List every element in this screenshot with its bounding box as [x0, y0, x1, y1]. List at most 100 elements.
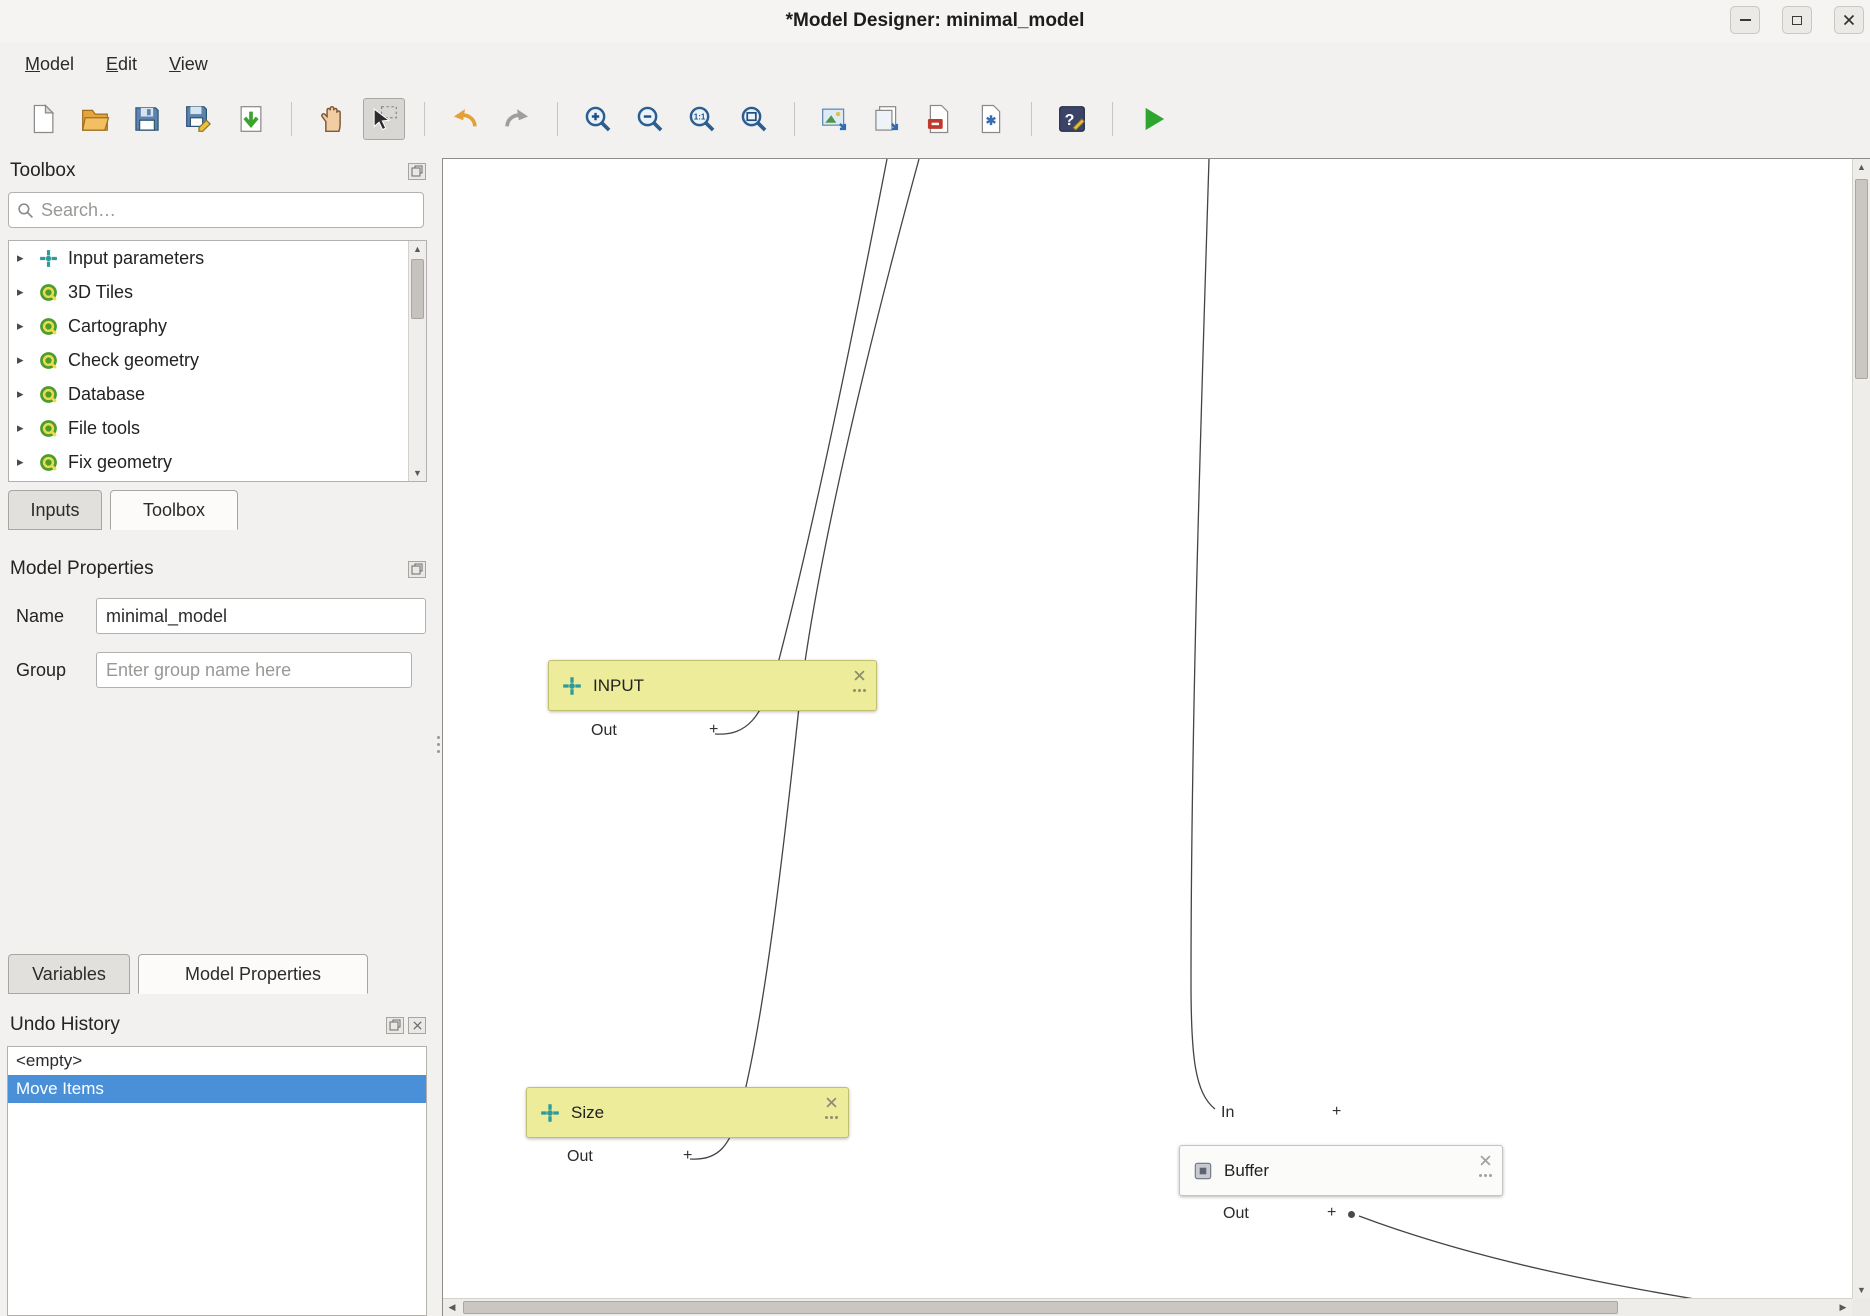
undo-button[interactable]: [444, 98, 486, 140]
canvas-horizontal-scrollbar[interactable]: ◀ ▶: [443, 1298, 1852, 1316]
export-as-image-button[interactable]: [814, 98, 856, 140]
node-comment-icon[interactable]: [851, 689, 867, 692]
socket-plus-icon[interactable]: +: [683, 1147, 692, 1165]
toolbar-separator: [291, 102, 292, 136]
toolbox-panel-header: Toolbox: [10, 158, 426, 184]
zoom-full-button[interactable]: [733, 98, 775, 140]
undo-item-move-items[interactable]: Move Items: [8, 1075, 426, 1103]
input-out-port-label: Out: [591, 722, 617, 740]
close-icon: [1843, 14, 1855, 26]
undo-item-empty[interactable]: <empty>: [8, 1047, 426, 1075]
save-model-in-project-button[interactable]: [230, 98, 272, 140]
tree-item-file-tools[interactable]: ▸ File tools: [9, 411, 426, 445]
provider-icon: [38, 350, 59, 371]
toolbox-tree: ▸ Input parameters ▸ 3D Tiles ▸ Cartogra…: [8, 240, 427, 482]
expand-caret-icon[interactable]: ▸: [17, 420, 29, 436]
toolbox-search[interactable]: [8, 192, 424, 228]
float-panel-button[interactable]: [408, 163, 426, 180]
collapse-node-icon[interactable]: [826, 1097, 837, 1108]
node-buffer[interactable]: Buffer: [1179, 1145, 1503, 1196]
panel-splitter[interactable]: [434, 152, 442, 1316]
input-parameters-icon: [38, 248, 59, 269]
scroll-up-icon[interactable]: ▲: [409, 241, 426, 257]
export-pdf-icon: [923, 103, 955, 135]
tree-item-cartography[interactable]: ▸ Cartography: [9, 309, 426, 343]
socket-plus-icon[interactable]: +: [1332, 1103, 1341, 1121]
tab-model-properties[interactable]: Model Properties: [138, 954, 368, 994]
menu-model[interactable]: Model: [12, 48, 87, 81]
vertical-scrollbar-thumb[interactable]: [1855, 179, 1868, 379]
scroll-left-icon[interactable]: ◀: [443, 1299, 461, 1316]
close-button[interactable]: [1834, 6, 1864, 34]
export-as-svg-button[interactable]: [866, 98, 908, 140]
select-items-button[interactable]: [363, 98, 405, 140]
menu-view[interactable]: View: [156, 48, 221, 81]
scroll-down-icon[interactable]: ▼: [1853, 1282, 1870, 1298]
tree-scrollbar[interactable]: ▲ ▼: [408, 241, 426, 481]
expand-caret-icon[interactable]: ▸: [17, 454, 29, 470]
float-panel-button[interactable]: [408, 561, 426, 578]
toolbar-separator: [794, 102, 795, 136]
tree-item-input-parameters[interactable]: ▸ Input parameters: [9, 241, 426, 275]
model-canvas: INPUT Out + Size Out + In +: [442, 158, 1870, 1316]
node-comment-icon[interactable]: [823, 1116, 839, 1119]
canvas-vertical-scrollbar[interactable]: ▲ ▼: [1852, 159, 1870, 1298]
tab-toolbox[interactable]: Toolbox: [110, 490, 238, 530]
menu-edit[interactable]: Edit: [93, 48, 150, 81]
node-comment-icon[interactable]: [1477, 1174, 1493, 1177]
expand-caret-icon[interactable]: ▸: [17, 318, 29, 334]
expand-caret-icon[interactable]: ▸: [17, 386, 29, 402]
export-as-script-button[interactable]: [970, 98, 1012, 140]
zoom-actual-button[interactable]: 1:1: [681, 98, 723, 140]
tab-inputs[interactable]: Inputs: [8, 490, 102, 530]
collapse-node-icon[interactable]: [1480, 1155, 1491, 1166]
zoom-in-icon: [582, 103, 614, 135]
model-name-input[interactable]: [96, 598, 426, 634]
float-panel-button[interactable]: [386, 1017, 404, 1034]
provider-icon: [38, 452, 59, 473]
horizontal-scrollbar-thumb[interactable]: [463, 1301, 1618, 1314]
tab-inputs-label: Inputs: [30, 500, 79, 521]
tree-scrollbar-thumb[interactable]: [411, 259, 424, 319]
titlebar: *Model Designer: minimal_model: [0, 0, 1870, 42]
export-as-pdf-button[interactable]: [918, 98, 960, 140]
toolbar-separator: [1112, 102, 1113, 136]
expand-caret-icon[interactable]: ▸: [17, 284, 29, 300]
expand-caret-icon[interactable]: ▸: [17, 250, 29, 266]
model-group-input[interactable]: [96, 652, 412, 688]
tree-item-check-geometry[interactable]: ▸ Check geometry: [9, 343, 426, 377]
tree-item-label: Input parameters: [68, 248, 204, 269]
node-input[interactable]: INPUT: [548, 660, 877, 711]
toolbar-separator: [424, 102, 425, 136]
tree-item-3d-tiles[interactable]: ▸ 3D Tiles: [9, 275, 426, 309]
scroll-right-icon[interactable]: ▶: [1834, 1299, 1852, 1316]
tab-variables[interactable]: Variables: [8, 954, 130, 994]
pan-button[interactable]: [311, 98, 353, 140]
tree-item-database[interactable]: ▸ Database: [9, 377, 426, 411]
save-model-as-button[interactable]: [178, 98, 220, 140]
collapse-node-icon[interactable]: [854, 670, 865, 681]
maximize-button[interactable]: [1782, 6, 1812, 34]
search-input[interactable]: [41, 200, 415, 221]
redo-button[interactable]: [496, 98, 538, 140]
tree-item-fix-geometry[interactable]: ▸ Fix geometry: [9, 445, 426, 479]
minimize-button[interactable]: [1730, 6, 1760, 34]
new-model-button[interactable]: [22, 98, 64, 140]
socket-dot-icon: [1348, 1211, 1355, 1218]
zoom-in-button[interactable]: [577, 98, 619, 140]
scroll-down-icon[interactable]: ▼: [409, 465, 426, 481]
scroll-up-icon[interactable]: ▲: [1853, 159, 1870, 175]
open-model-button[interactable]: [74, 98, 116, 140]
undo-history-list: <empty> Move Items: [7, 1046, 427, 1316]
close-panel-button[interactable]: [408, 1017, 426, 1034]
socket-plus-icon[interactable]: +: [1327, 1204, 1336, 1222]
expand-caret-icon[interactable]: ▸: [17, 352, 29, 368]
zoom-out-button[interactable]: [629, 98, 671, 140]
run-model-button[interactable]: [1132, 98, 1174, 140]
edit-model-help-button[interactable]: ?: [1051, 98, 1093, 140]
model-properties-header: Model Properties: [10, 556, 426, 582]
socket-plus-icon[interactable]: +: [709, 721, 718, 739]
canvas-viewport[interactable]: INPUT Out + Size Out + In +: [443, 159, 1852, 1298]
node-size[interactable]: Size: [526, 1087, 849, 1138]
save-model-button[interactable]: [126, 98, 168, 140]
